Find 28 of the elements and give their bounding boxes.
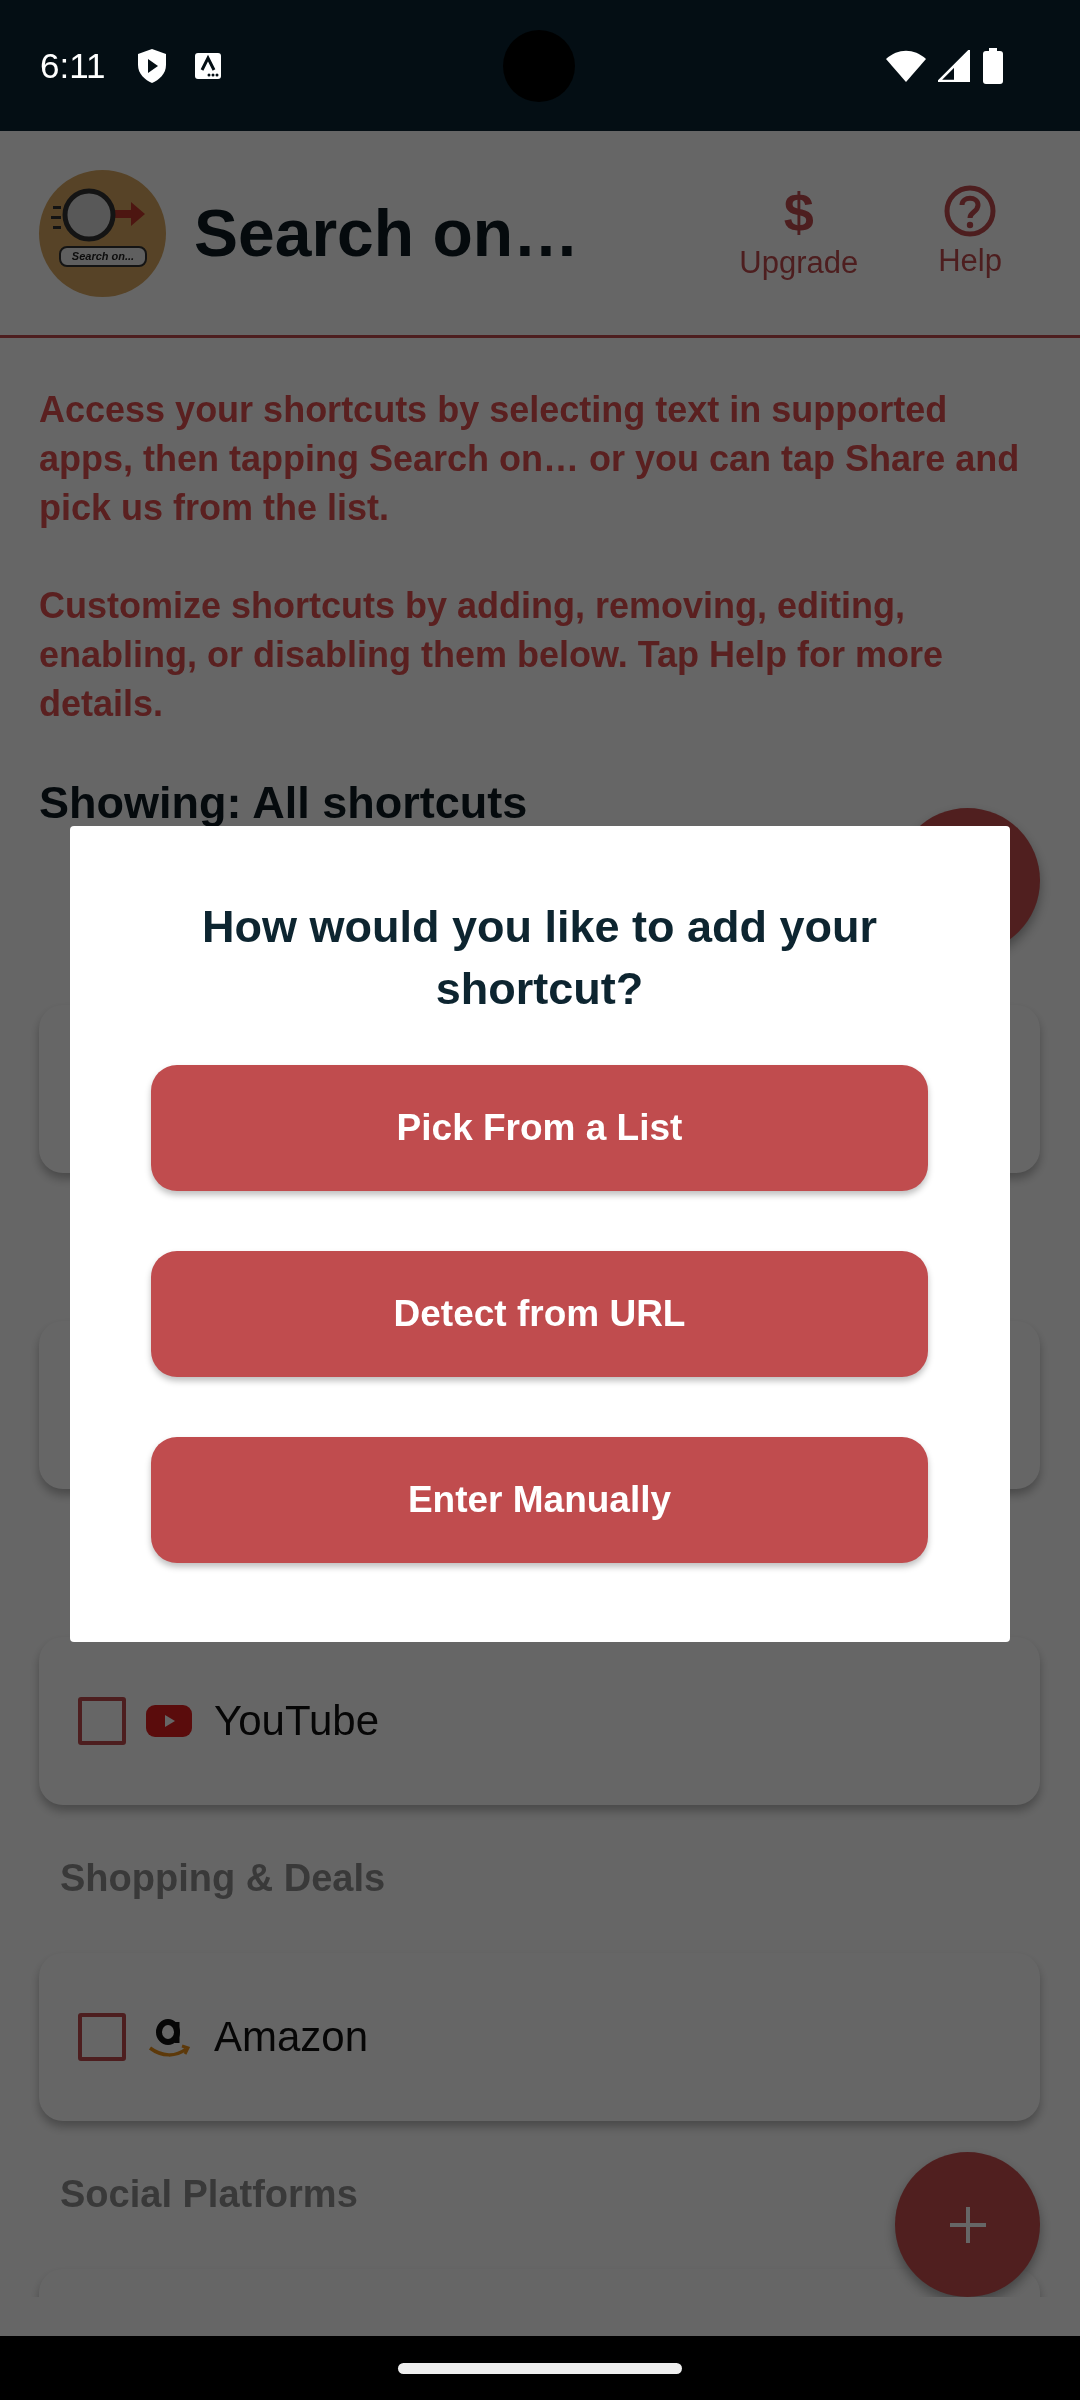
- logo-text: Search on...: [59, 245, 147, 267]
- shortcut-card[interactable]: YouTube: [39, 1637, 1040, 1805]
- battery-icon: [982, 47, 1004, 84]
- option-button[interactable]: Enter Manually: [151, 1437, 928, 1563]
- magnifier-icon: [50, 187, 146, 244]
- shield-play-icon: [135, 47, 168, 84]
- notification-icon: [193, 51, 222, 80]
- intro-paragraph: Access your shortcuts by selecting text in supported apps, then tapping Search on… or you can tap Share and pick us from the list.: [39, 388, 1021, 530]
- plus-icon: [947, 2204, 988, 2245]
- checkbox[interactable]: [78, 1697, 126, 1745]
- app-title: Search on…: [194, 195, 580, 271]
- status-time: 6:11: [40, 45, 106, 86]
- upgrade-button[interactable]: $ Upgrade: [739, 185, 859, 281]
- signal-icon: [938, 49, 970, 82]
- shortcut-name: YouTube: [214, 1697, 380, 1745]
- filter-heading: Showing: All shortcuts: [39, 776, 529, 830]
- option-button[interactable]: Detect from URL: [151, 1251, 928, 1377]
- dialog-title: How would you like to add your shortcut?: [201, 900, 878, 1016]
- wifi-icon: [886, 49, 926, 82]
- checkbox[interactable]: [78, 2013, 126, 2061]
- intro-paragraph: Customize shortcuts by adding, removing, editing, enabling, or disabling them below. Tap Help for more details.: [39, 584, 945, 726]
- play-icon: [146, 1705, 192, 1737]
- option-button[interactable]: Pick From a List: [151, 1065, 928, 1191]
- shortcut-card[interactable]: Amazon: [39, 1953, 1040, 2121]
- shortcut-name: Amazon: [214, 2013, 369, 2061]
- help-button[interactable]: Help: [938, 185, 1002, 281]
- help-icon: [944, 185, 997, 237]
- home-handle[interactable]: [398, 2362, 682, 2374]
